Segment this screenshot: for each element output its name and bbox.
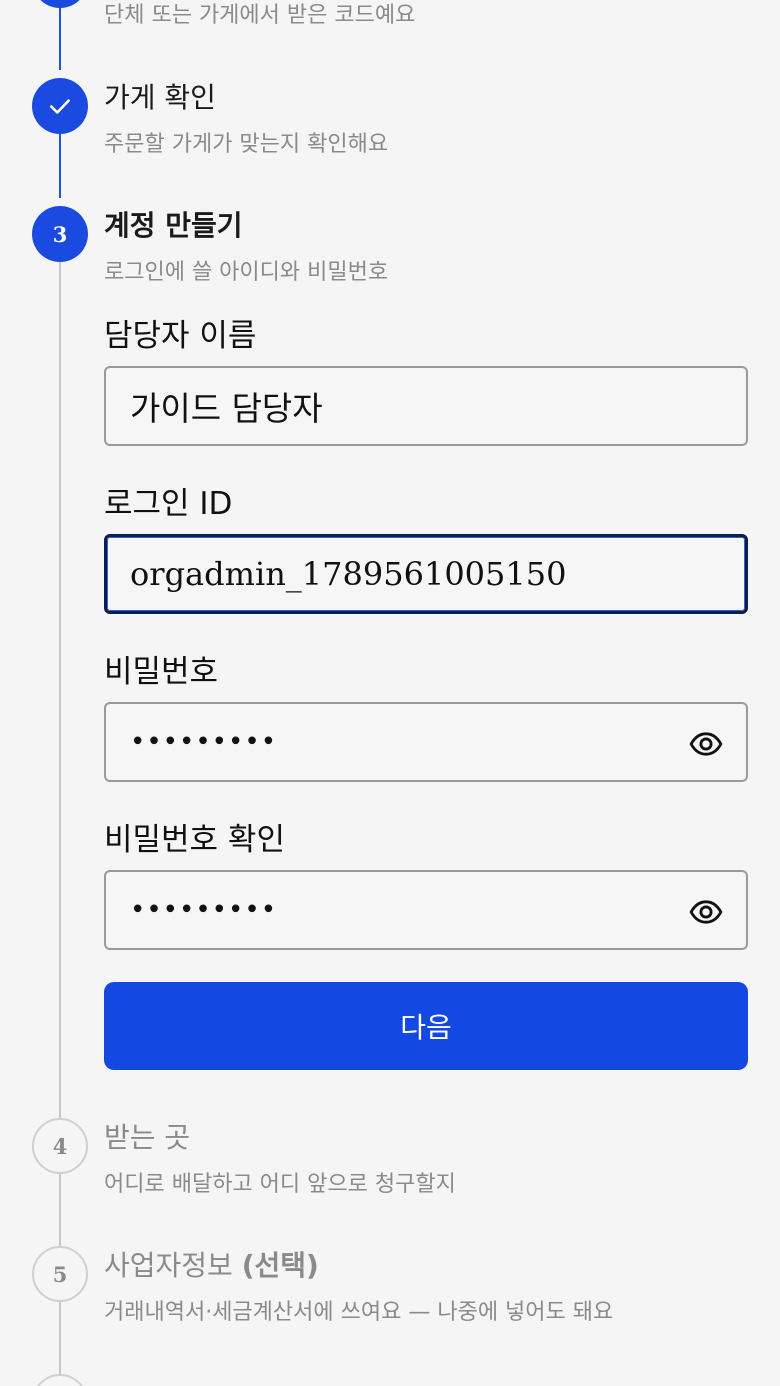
step-3-subtitle: 로그인에 쓸 아이디와 비밀번호 [104,260,389,285]
step-connector [59,1302,61,1376]
step-5-title-main: 사업자정보 [104,1249,242,1282]
name-label: 담당자 이름 [104,318,257,354]
step-1-circle [32,0,88,8]
step-5-subtitle: 거래내역서·세금계산서에 쓰여요 — 나중에 넣어도 돼요 [104,1300,614,1325]
step-6-circle [32,1374,88,1386]
check-icon [50,99,70,114]
password-input[interactable] [130,704,676,780]
step-3-title: 계정 만들기 [104,209,243,242]
password-field[interactable] [104,702,748,782]
eye-icon [689,732,723,756]
name-input[interactable] [130,368,676,444]
step-5-circle: 5 [32,1246,88,1302]
login-id-field[interactable] [104,534,748,614]
step-4-circle: 4 [32,1118,88,1174]
password-confirm-field[interactable] [104,870,748,950]
password-confirm-input[interactable] [130,872,676,948]
next-button[interactable]: 다음 [104,982,748,1070]
step-2-subtitle: 주문할 가게가 맞는지 확인해요 [104,132,389,157]
step-2-circle [32,78,88,134]
step-4-title: 받는 곳 [104,1121,191,1154]
show-password-button[interactable] [688,726,724,762]
signup-stepper: 단체 또는 가게에서 받은 코드예요 가게 확인 주문할 가게가 맞는지 확인해… [0,0,780,1386]
step-4-subtitle: 어디로 배달하고 어디 앞으로 청구할지 [104,1172,456,1197]
step-1-subtitle: 단체 또는 가게에서 받은 코드예요 [104,3,416,28]
password-confirm-label: 비밀번호 확인 [104,822,285,858]
login-id-input[interactable] [130,537,675,611]
step-3-circle: 3 [32,206,88,262]
show-password-confirm-button[interactable] [688,894,724,930]
step-connector [59,132,61,198]
password-label: 비밀번호 [104,654,219,690]
step-2-title: 가게 확인 [104,81,216,114]
step-5-title: 사업자정보 (선택) [104,1244,319,1284]
step-connector [59,1174,61,1246]
eye-icon [689,900,723,924]
step-5-optional-tag: (선택) [241,1249,319,1282]
step-connector [59,0,61,70]
step-connector [59,262,61,1118]
login-id-label: 로그인 ID [104,486,233,522]
name-field[interactable] [104,366,748,446]
